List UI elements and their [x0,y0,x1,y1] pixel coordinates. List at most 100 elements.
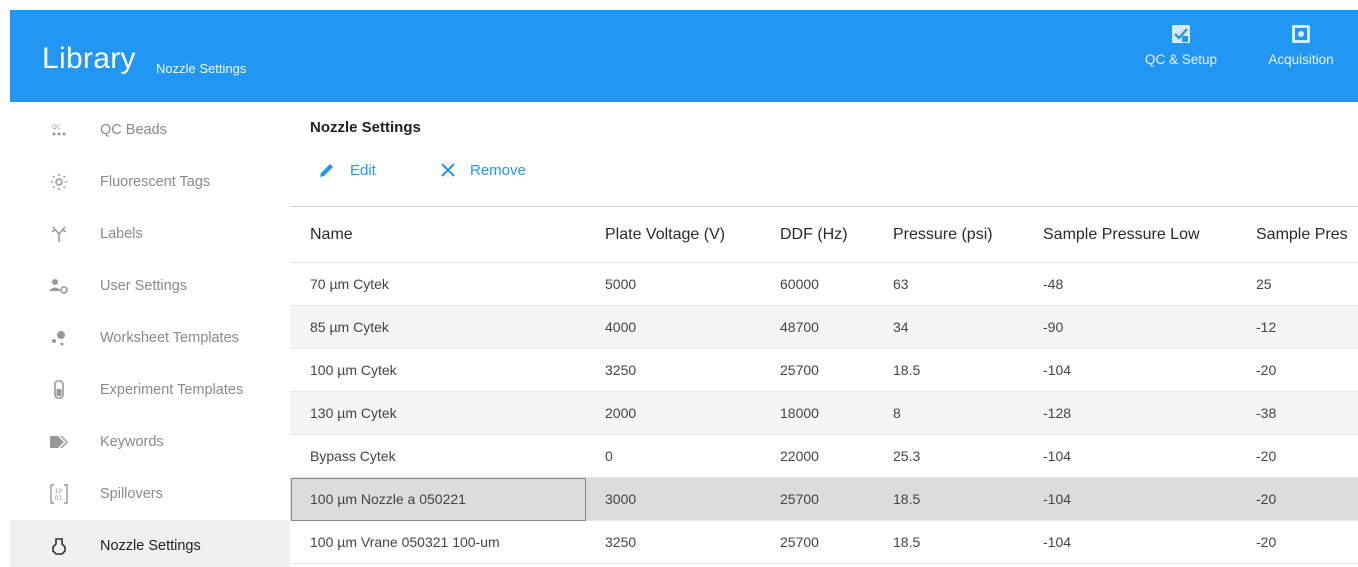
table-row[interactable]: 100 µm Nozzle a 050221 3000 25700 18.5 -104 -… [290,478,1358,521]
cell-ddf: 60000 [780,276,819,292]
sidebar-item-keywords[interactable]: Keywords [10,416,290,468]
cell-name: 130 µm Cytek [310,405,397,421]
cell-ddf: 18000 [780,405,819,421]
cell-ddf: 48700 [780,319,819,335]
acquisition-button[interactable]: Acquisition [1256,24,1346,86]
labels-icon [48,223,70,245]
sidebar-item-labels[interactable]: Labels [10,208,290,260]
nozzle-settings-table: Name Plate Voltage (V) DDF (Hz) Pressure… [290,206,1358,564]
cell-sample-pressure-low: -104 [1043,448,1072,464]
experiment-templates-icon [48,379,70,401]
cell-name: 100 µm Nozzle a 050221 [310,491,466,507]
cell-plate-voltage: 2000 [605,405,637,421]
cell-plate-voltage: 5000 [605,276,637,292]
table-row[interactable]: 130 µm Cytek 2000 18000 8 -128 -38 [290,392,1358,435]
svg-text:10: 10 [55,488,63,495]
cell-sample-pressure-low: -104 [1043,362,1072,378]
sidebar-item-label: QC Beads [100,122,167,138]
cell-plate-voltage: 0 [605,448,613,464]
cell-sample-pressure-high: -20 [1256,491,1277,507]
cell-pressure: 18.5 [893,491,921,507]
table-row[interactable]: 100 µm Cytek 3250 25700 18.5 -104 -20 [290,349,1358,392]
qc-setup-icon [1172,25,1190,43]
main-panel: Nozzle Settings Edit Remove Name Plate V… [290,102,1358,567]
column-header-plate-voltage[interactable]: Plate Voltage (V) [605,226,725,244]
cell-pressure: 63 [893,276,909,292]
sidebar-item-fluorescent-tags[interactable]: Fluorescent Tags [10,156,290,208]
sidebar-item-worksheet-templates[interactable]: Worksheet Templates [10,312,290,364]
cell-ddf: 25700 [780,491,819,507]
qc-setup-button[interactable]: QC & Setup [1136,24,1226,86]
nozzle-settings-icon [48,535,70,557]
remove-button[interactable]: Remove [440,158,526,182]
table-row[interactable]: 85 µm Cytek 4000 48700 34 -90 -12 [290,306,1358,349]
svg-text:01: 01 [55,495,63,502]
sidebar-item-nozzle-settings[interactable]: Nozzle Settings [10,520,290,567]
close-icon [441,163,455,177]
cell-name: Bypass Cytek [310,448,396,464]
acquisition-icon [1292,25,1310,43]
cell-sample-pressure-high: 25 [1256,276,1272,292]
column-header-name[interactable]: Name [310,226,353,244]
acquisition-label: Acquisition [1268,52,1334,67]
sidebar-item-label: Worksheet Templates [100,330,239,346]
table-row[interactable]: 100 µm Vrane 050321 100-um 3250 25700 18.5 -… [290,521,1358,564]
sidebar-item-user-settings[interactable]: User Settings [10,260,290,312]
table-row[interactable]: 70 µm Cytek 5000 60000 63 -48 25 [290,263,1358,306]
cell-plate-voltage: 4000 [605,319,637,335]
keywords-icon [48,431,70,453]
app-header: Library Nozzle Settings QC & Setup Acqui… [10,10,1358,102]
sidebar-item-label: Experiment Templates [100,382,244,398]
cell-ddf: 25700 [780,534,819,550]
cell-ddf: 25700 [780,362,819,378]
sidebar-item-experiment-templates[interactable]: Experiment Templates [10,364,290,416]
cell-name: 85 µm Cytek [310,319,389,335]
sidebar-item-qc-beads[interactable]: QC QC Beads [10,104,290,156]
sidebar-item-label: Keywords [100,434,164,450]
sidebar-item-label: Labels [100,226,143,242]
edit-button[interactable]: Edit [318,158,376,182]
user-settings-icon [48,275,70,297]
worksheet-templates-icon [48,327,70,349]
remove-label: Remove [470,161,526,179]
page-title: Nozzle Settings [310,119,421,136]
pencil-icon [320,164,333,177]
spillovers-icon: 10 01 [48,483,70,505]
sidebar-item-label: Spillovers [100,486,163,502]
app-title: Library [42,42,136,75]
cell-name: 70 µm Cytek [310,276,389,292]
cell-sample-pressure-high: -12 [1256,319,1277,335]
cell-sample-pressure-high: -20 [1256,534,1277,550]
cell-sample-pressure-high: -20 [1256,448,1277,464]
sidebar: QC QC Beads Fluorescent Tags Labels User… [10,102,290,567]
fluorescent-tags-icon [48,171,70,193]
column-header-sample-pressure-high[interactable]: Sample Pres [1256,226,1348,244]
cell-sample-pressure-high: -38 [1256,405,1277,421]
cell-sample-pressure-low: -48 [1043,276,1064,292]
svg-text:QC: QC [52,124,61,131]
cell-pressure: 25.3 [893,448,921,464]
cell-sample-pressure-low: -104 [1043,491,1072,507]
cell-pressure: 8 [893,405,901,421]
edit-label: Edit [350,161,376,179]
table-row[interactable]: Bypass Cytek 0 22000 25.3 -104 -20 [290,435,1358,478]
cell-pressure: 34 [893,319,909,335]
cell-pressure: 18.5 [893,534,921,550]
cell-sample-pressure-high: -20 [1256,362,1277,378]
column-header-ddf[interactable]: DDF (Hz) [780,226,848,244]
cell-sample-pressure-low: -128 [1043,405,1072,421]
qc-beads-icon: QC [48,119,70,141]
cell-plate-voltage: 3250 [605,362,637,378]
app-subtitle: Nozzle Settings [156,61,247,76]
cell-name: 100 µm Cytek [310,362,397,378]
cell-plate-voltage: 3000 [605,491,637,507]
sidebar-item-spillovers[interactable]: 10 01 Spillovers [10,468,290,520]
column-header-sample-pressure-low[interactable]: Sample Pressure Low [1043,226,1200,244]
cell-pressure: 18.5 [893,362,921,378]
cell-ddf: 22000 [780,448,819,464]
cell-plate-voltage: 3250 [605,534,637,550]
cell-sample-pressure-low: -90 [1043,319,1064,335]
qc-setup-label: QC & Setup [1144,52,1218,67]
cell-name: 100 µm Vrane 050321 100-um [310,534,500,550]
column-header-pressure[interactable]: Pressure (psi) [893,226,993,244]
